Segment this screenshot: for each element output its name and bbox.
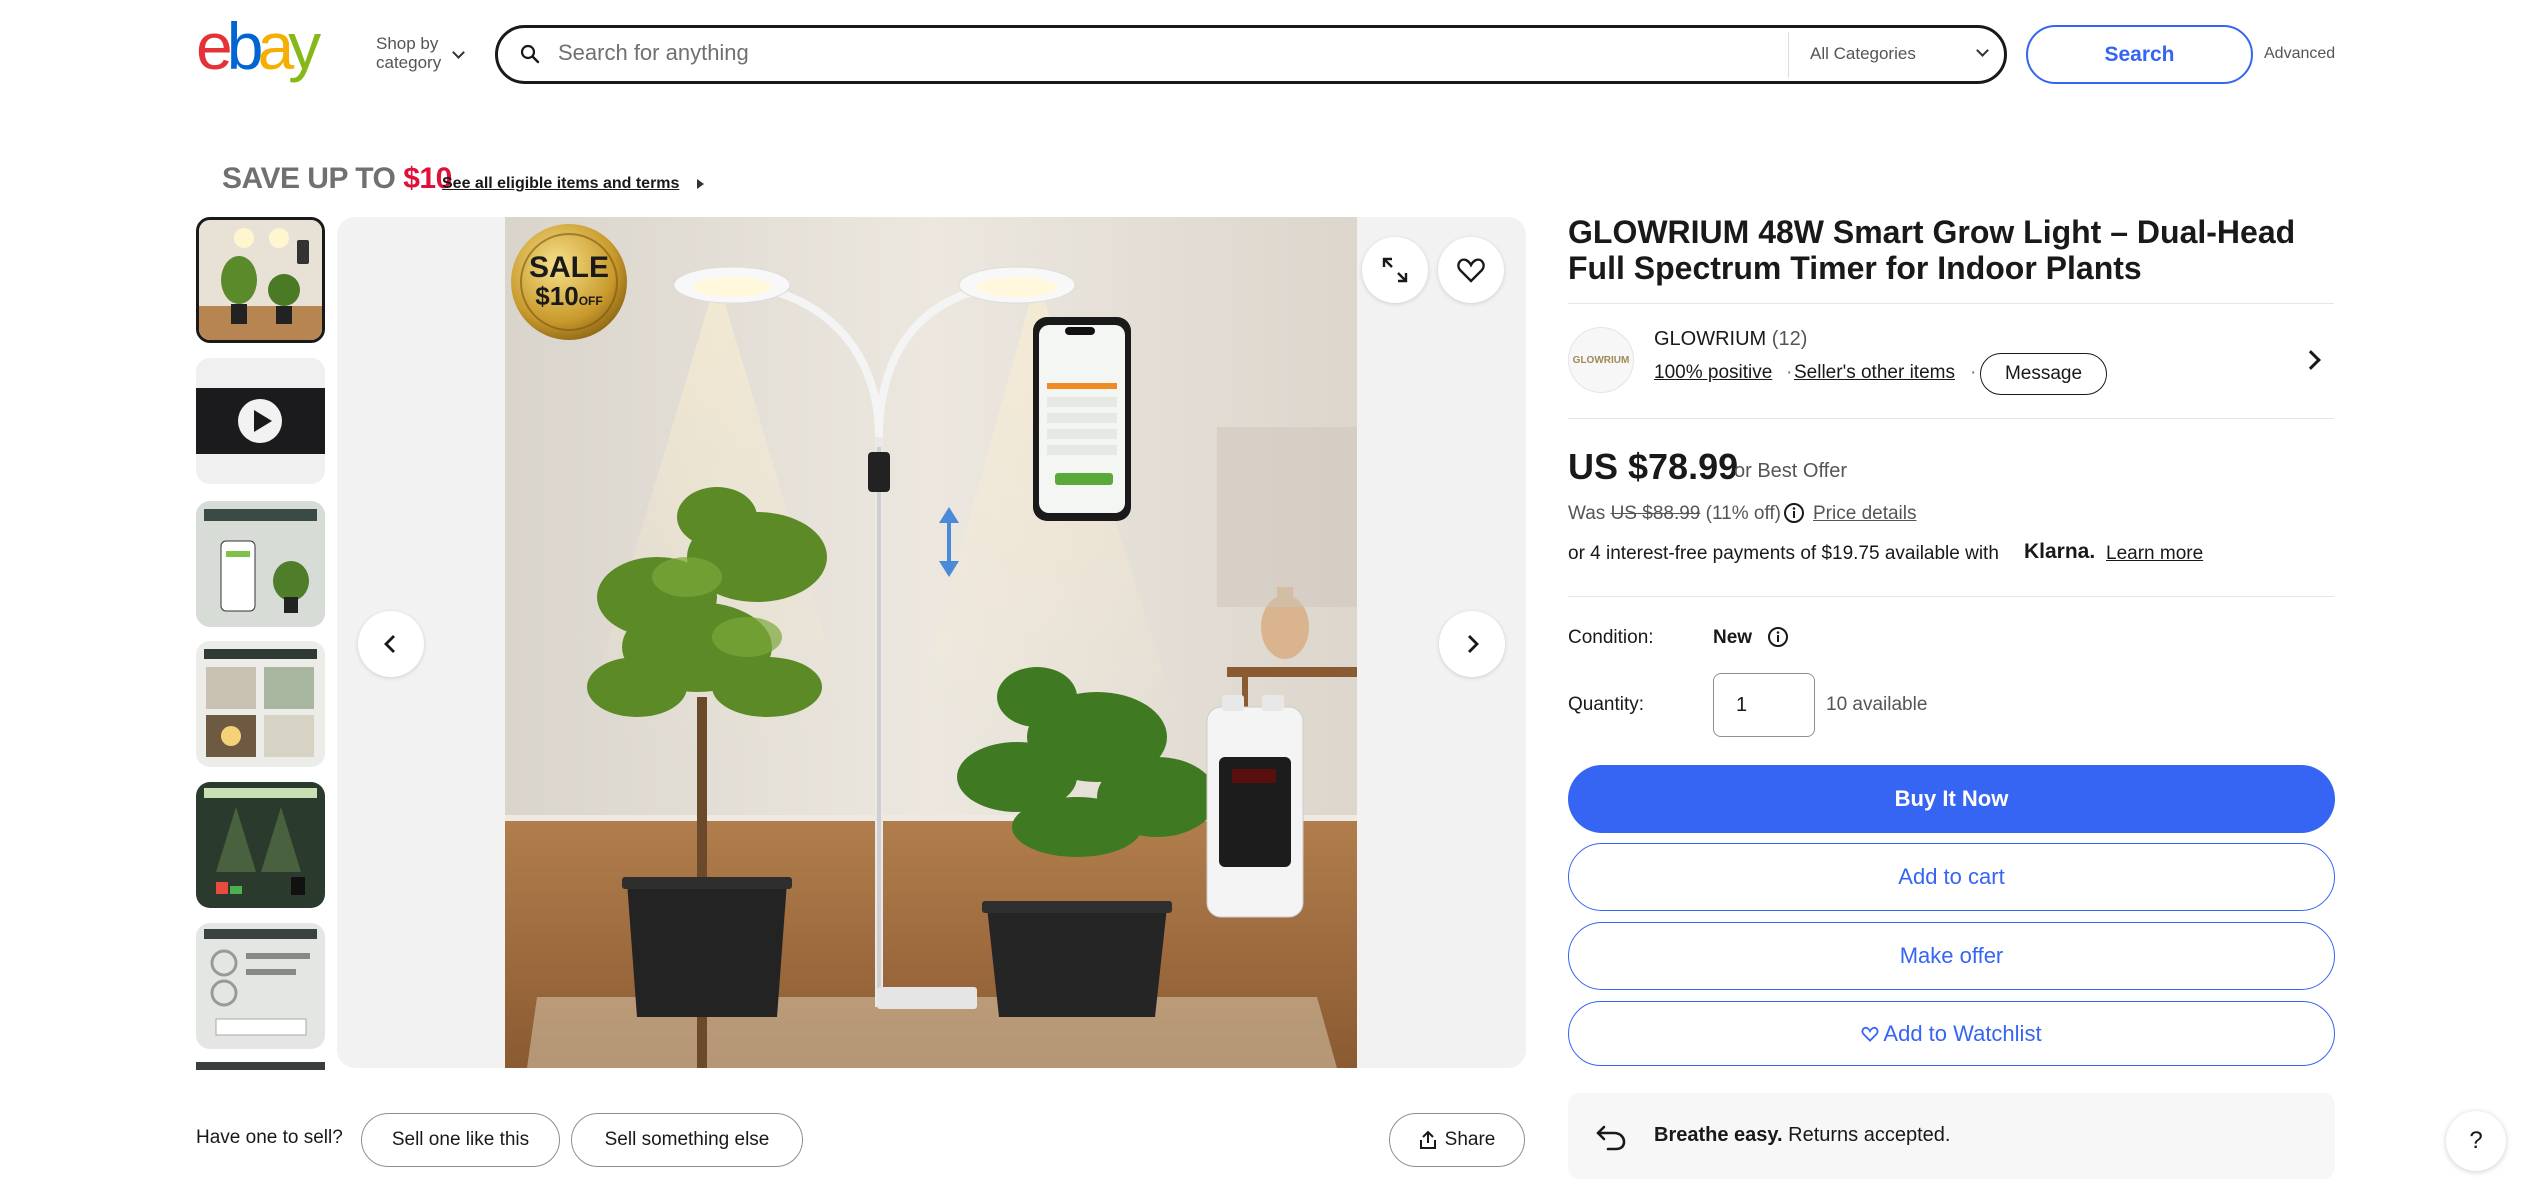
share-icon xyxy=(1419,1130,1436,1149)
chevron-right-icon xyxy=(1468,635,1479,653)
next-image-button[interactable] xyxy=(1439,611,1505,677)
svg-text:ebay: ebay xyxy=(196,17,321,83)
returns-accepted: Returns accepted. xyxy=(1782,1124,1951,1146)
was-price-value: US $88.99 xyxy=(1610,503,1701,524)
search-button[interactable]: Search xyxy=(2026,25,2253,84)
share-button[interactable]: Share xyxy=(1389,1113,1525,1167)
returns-text: Breathe easy. Returns accepted. xyxy=(1654,1124,1950,1147)
sale-badge: SALE $10OFF xyxy=(529,251,610,315)
klarna-logo: Klarna. xyxy=(2024,540,2096,563)
sale-badge-amount: $10OFF xyxy=(529,282,609,315)
expand-button[interactable] xyxy=(1362,237,1428,303)
caret-right-icon xyxy=(697,179,704,189)
buy-it-now-button[interactable]: Buy It Now xyxy=(1568,765,2335,833)
search-icon xyxy=(520,44,540,64)
best-offer-text: or Best Offer xyxy=(1734,460,1848,482)
category-select[interactable]: All Categories xyxy=(1810,44,1916,64)
price: US $78.99 xyxy=(1568,446,1739,487)
shop-by-line2: category xyxy=(376,53,442,72)
seller-other-items-link[interactable]: Seller's other items xyxy=(1794,362,1955,384)
logo-letter-e: e xyxy=(196,17,230,83)
search-divider xyxy=(1788,32,1789,78)
divider xyxy=(1568,418,2334,419)
help-button[interactable]: ? xyxy=(2446,1111,2506,1171)
info-icon[interactable] xyxy=(1767,626,1789,648)
return-arrow-icon xyxy=(1596,1125,1626,1151)
message-seller-button[interactable]: Message xyxy=(1980,353,2107,395)
condition-value: New xyxy=(1713,627,1753,648)
advanced-search-link[interactable]: Advanced xyxy=(2264,45,2335,63)
sale-badge-bottom: $10 xyxy=(535,281,579,311)
seller-avatar[interactable]: GLOWRIUM xyxy=(1568,327,1634,393)
quantity-input[interactable] xyxy=(1713,673,1815,737)
separator-dot: · xyxy=(1786,362,1793,383)
seller-name-text: GLOWRIUM xyxy=(1654,328,1767,350)
thumbnail-7-partial[interactable] xyxy=(196,1062,325,1070)
product-title: GLOWRIUM 48W Smart Grow Light – Dual-Hea… xyxy=(1568,214,2296,286)
main-product-image[interactable]: SALE $10OFF xyxy=(337,217,1526,1068)
thumbnail-1[interactable] xyxy=(196,217,325,343)
previous-image-button[interactable] xyxy=(358,611,424,677)
divider xyxy=(1568,596,2334,597)
heart-icon xyxy=(1457,258,1485,283)
share-label: Share xyxy=(1444,1129,1496,1150)
returns-bold: Breathe easy. xyxy=(1654,1124,1783,1146)
seller-positive-link[interactable]: 100% positive xyxy=(1654,362,1772,384)
shop-by-line1: Shop by xyxy=(376,34,439,53)
logo-letter-y: y xyxy=(288,17,321,83)
chevron-left-icon xyxy=(384,635,395,653)
thumbnail-video[interactable] xyxy=(196,358,325,484)
seller-name[interactable]: GLOWRIUM (12) xyxy=(1654,328,1807,351)
have-one-to-sell: Have one to sell? xyxy=(196,1127,343,1148)
see-all-eligible-link[interactable]: See all eligible items and terms xyxy=(442,175,679,193)
shop-by-category[interactable]: Shop by category xyxy=(376,34,465,72)
chevron-right-icon[interactable] xyxy=(2301,350,2321,370)
thumbnail-3[interactable] xyxy=(196,501,325,627)
divider xyxy=(1568,303,2334,304)
logo-letter-b: b xyxy=(227,17,261,83)
separator-dot: · xyxy=(1970,362,1977,383)
thumbnail-5[interactable] xyxy=(196,782,325,908)
klarna-text: or 4 interest-free payments of $19.75 av… xyxy=(1568,543,1999,564)
info-icon[interactable] xyxy=(1783,502,1805,524)
add-to-cart-button[interactable]: Add to cart xyxy=(1568,843,2335,911)
add-to-watchlist-button[interactable]: Add to Watchlist xyxy=(1568,1001,2335,1066)
sale-badge-off: OFF xyxy=(578,294,603,308)
heart-icon xyxy=(1861,1026,1879,1042)
add-to-watchlist-label: Add to Watchlist xyxy=(1883,1020,2042,1046)
expand-icon xyxy=(1382,257,1408,283)
thumbnail-6[interactable] xyxy=(196,923,325,1049)
was-price: Was US $88.99 (11% off) xyxy=(1568,503,1781,525)
promo-banner: SAVE UP TO $10 xyxy=(222,162,452,196)
price-details-link[interactable]: Price details xyxy=(1813,503,1917,525)
ebay-logo[interactable]: ebay xyxy=(196,9,356,83)
quantity-available: 10 available xyxy=(1826,694,1928,715)
favorite-button[interactable] xyxy=(1438,237,1504,303)
chevron-down-icon xyxy=(452,46,465,59)
promo-save-text: SAVE UP TO xyxy=(222,162,404,195)
learn-more-link[interactable]: Learn more xyxy=(2106,543,2203,565)
quantity-label: Quantity: xyxy=(1568,694,1645,715)
make-offer-button[interactable]: Make offer xyxy=(1568,922,2335,990)
thumbnail-4[interactable] xyxy=(196,641,325,767)
search-input[interactable]: Search for anything xyxy=(558,40,749,66)
discount-text: (11% off) xyxy=(1700,503,1781,524)
was-label: Was xyxy=(1568,503,1611,524)
sell-something-else-button[interactable]: Sell something else xyxy=(571,1113,803,1167)
seller-feedback-count: (12) xyxy=(1771,328,1808,350)
condition-label: Condition: xyxy=(1568,627,1654,648)
sell-one-like-this-button[interactable]: Sell one like this xyxy=(361,1113,560,1167)
sale-badge-top: SALE xyxy=(529,251,610,284)
